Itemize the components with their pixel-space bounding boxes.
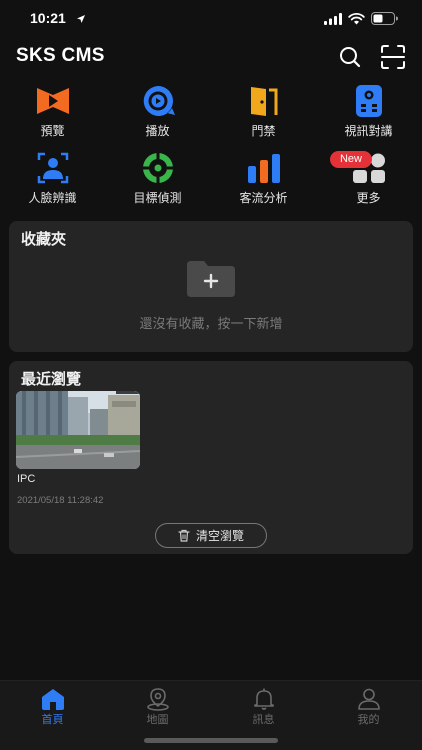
tab-label: 地圖: [146, 713, 169, 726]
feature-preview[interactable]: 預覽: [0, 84, 105, 146]
status-time: 10:21: [30, 10, 66, 26]
feature-label: 目標偵測: [133, 191, 182, 205]
wifi-icon: [348, 12, 365, 24]
new-badge: New: [330, 151, 372, 168]
home-indicator: [144, 738, 278, 743]
feature-playback[interactable]: 播放: [105, 84, 210, 146]
favorites-title: 收藏夾: [21, 230, 67, 248]
bell-icon: [254, 688, 274, 710]
intercom-icon: [356, 85, 382, 117]
recent-card: 最近瀏覽 IPC 2021/05/18 11:28:42 清空瀏覽: [9, 361, 413, 554]
search-icon[interactable]: [337, 44, 363, 70]
feature-label: 視訊對講: [344, 124, 393, 138]
add-folder-icon[interactable]: [185, 259, 237, 299]
feature-label: 更多: [356, 191, 381, 205]
tab-label: 首頁: [41, 713, 64, 726]
favorites-empty-text: 還沒有收藏，按一下新增: [139, 317, 283, 332]
feature-label: 播放: [145, 124, 170, 138]
tab-label: 我的: [357, 713, 380, 726]
favorites-card: 收藏夾 還沒有收藏，按一下新增: [9, 221, 413, 352]
cellular-signal-icon: [324, 12, 342, 25]
feature-grid: 預覽 播放 門禁 視訊對講 人臉辨識 目標偵測 客流分析 更多 New: [0, 84, 422, 214]
camera-thumbnail[interactable]: [16, 391, 140, 469]
preview-icon: [37, 88, 69, 114]
feature-face-recognition[interactable]: 人臉辨識: [0, 151, 105, 213]
playback-icon: [143, 86, 175, 116]
bar-chart-icon: [248, 154, 280, 183]
app-title: SKS CMS: [16, 45, 105, 66]
tab-profile[interactable]: 我的: [316, 685, 421, 729]
clear-history-label: 清空瀏覽: [195, 529, 244, 543]
status-bar: 10:21: [0, 0, 422, 40]
feature-traffic-analysis[interactable]: 客流分析: [211, 151, 316, 213]
location-arrow-icon: [77, 15, 85, 23]
status-icons: [324, 12, 398, 25]
clear-history-button[interactable]: 清空瀏覽: [155, 523, 267, 548]
trash-icon: [178, 529, 190, 542]
tab-home[interactable]: 首頁: [0, 685, 105, 729]
face-recognition-icon: [37, 152, 69, 184]
feature-access-control[interactable]: 門禁: [211, 84, 316, 146]
camera-timestamp: 2021/05/18 11:28:42: [17, 495, 104, 506]
recent-title: 最近瀏覽: [21, 370, 82, 388]
home-icon: [42, 689, 64, 710]
scan-icon[interactable]: [380, 44, 406, 70]
feature-video-intercom[interactable]: 視訊對講: [316, 84, 421, 146]
feature-label: 預覽: [40, 124, 65, 138]
tab-map[interactable]: 地圖: [105, 685, 210, 729]
tab-label: 訊息: [252, 713, 275, 726]
feature-label: 門禁: [251, 124, 276, 138]
feature-label: 人臉辨識: [28, 191, 77, 205]
tab-messages[interactable]: 訊息: [211, 685, 316, 729]
door-icon: [251, 87, 278, 116]
feature-target-detection[interactable]: 目標偵測: [105, 151, 210, 213]
user-icon: [358, 688, 380, 710]
camera-name: IPC: [17, 473, 36, 485]
app-header: SKS CMS: [0, 40, 422, 74]
camera-snapshot-image: [16, 391, 140, 469]
map-pin-icon: [147, 688, 169, 711]
target-detection-icon: [143, 153, 173, 183]
battery-icon: [371, 12, 398, 25]
feature-label: 客流分析: [239, 191, 288, 205]
